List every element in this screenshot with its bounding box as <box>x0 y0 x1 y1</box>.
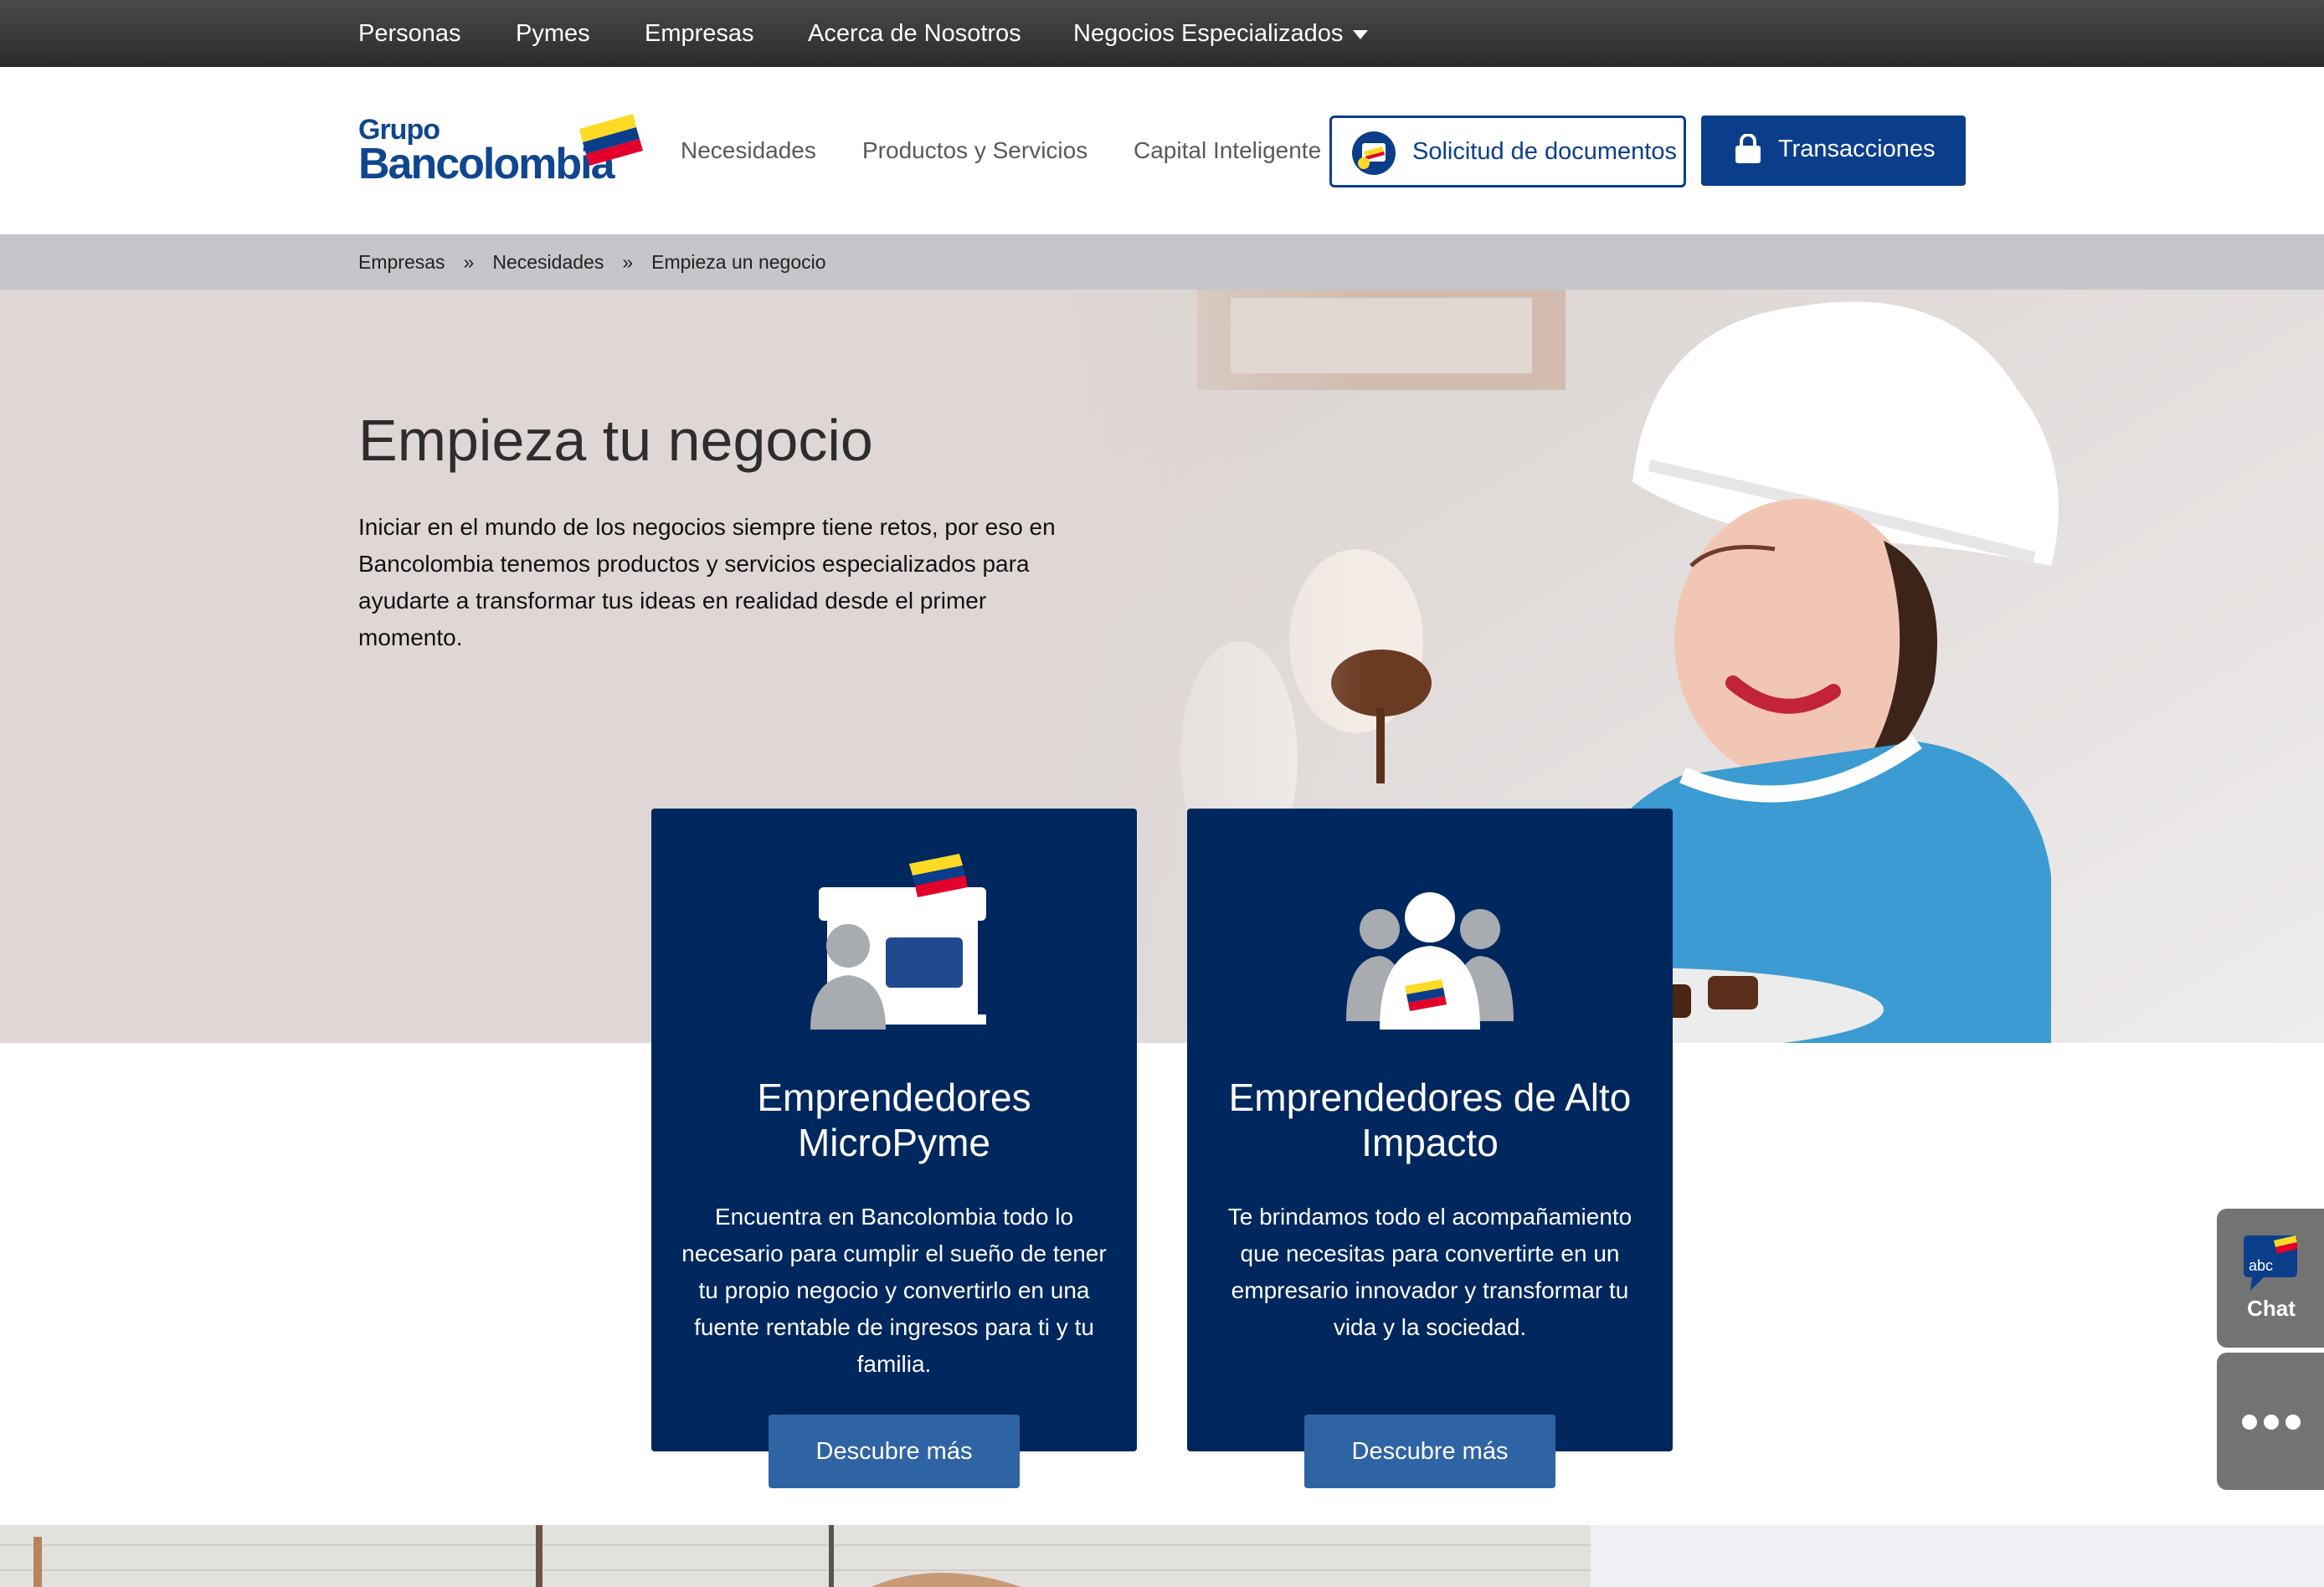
breadcrumb: Empresas » Necesidades » Empieza un negocio <box>358 249 826 275</box>
card-emprendedores-alto-impacto: Emprendedores de Alto Impacto Te brindam… <box>1187 809 1673 1451</box>
top-navigation-bar: Personas Pymes Empresas Acerca de Nosotr… <box>0 0 2324 67</box>
logo-text-bancolombia: Bancolombia <box>358 140 614 188</box>
breadcrumb-necesidades[interactable]: Necesidades <box>492 251 604 273</box>
card-emprendedores-micropyme: Emprendedores MicroPyme Encuentra en Ban… <box>651 809 1137 1451</box>
hero-title: Empieza tu negocio <box>358 408 873 473</box>
more-dots-icon <box>2264 1415 2279 1430</box>
document-request-icon <box>1352 131 1396 175</box>
nav-productos-y-servicios[interactable]: Productos y Servicios <box>862 134 1087 167</box>
chat-bubble-icon: abc <box>2244 1235 2297 1291</box>
more-options-button[interactable] <box>2217 1353 2324 1490</box>
breadcrumb-separator: » <box>463 251 475 273</box>
more-dots-icon <box>2285 1415 2301 1430</box>
topnav-pymes[interactable]: Pymes <box>516 17 590 50</box>
descubre-mas-alto-impacto-button[interactable]: Descubre más <box>1304 1415 1555 1488</box>
card-title-micropyme: Emprendedores MicroPyme <box>757 1076 1031 1164</box>
topnav-personas[interactable]: Personas <box>358 17 461 50</box>
chat-widget-button[interactable]: abc Chat <box>2217 1209 2324 1348</box>
next-section-image-strip <box>0 1525 2324 1587</box>
lock-icon <box>1735 134 1761 163</box>
solicitud-documentos-label: Solicitud de documentos <box>1412 138 1677 165</box>
hero-description: Iniciar en el mundo de los negocios siem… <box>358 514 1056 650</box>
chat-badge-text: abc <box>2249 1257 2273 1274</box>
bancolombia-logo[interactable]: Grupo Bancolombia <box>358 114 643 189</box>
bancolombia-flag-icon <box>579 114 643 166</box>
topnav-negocios-especializados-label: Negocios Especializados <box>1073 20 1344 47</box>
kitchen-tiles-photo <box>0 1525 2324 1587</box>
caret-down-icon <box>1353 29 1369 39</box>
transacciones-label: Transacciones <box>1778 136 1936 162</box>
breadcrumb-separator: » <box>622 251 634 273</box>
team-people-icon <box>1346 892 1514 1030</box>
card-text-alto-impacto: Te brindamos todo el acompañamiento que … <box>1227 1204 1632 1340</box>
chat-label: Chat <box>2247 1296 2296 1321</box>
solicitud-documentos-button[interactable]: Solicitud de documentos <box>1329 116 1686 187</box>
nav-necesidades[interactable]: Necesidades <box>681 134 816 167</box>
topnav-empresas[interactable]: Empresas <box>645 17 754 50</box>
breadcrumb-bar: Empresas » Necesidades » Empieza un negocio <box>0 234 2324 290</box>
nav-capital-inteligente[interactable]: Capital Inteligente <box>1134 134 1321 167</box>
topnav-acerca-de-nosotros[interactable]: Acerca de Nosotros <box>808 17 1021 50</box>
descubre-mas-micropyme-button[interactable]: Descubre más <box>769 1415 1020 1488</box>
storefront-person-icon <box>810 854 986 1030</box>
transacciones-button[interactable]: Transacciones <box>1701 116 1966 186</box>
topnav-negocios-especializados[interactable]: Negocios Especializados <box>1073 17 1369 50</box>
main-header: Grupo Bancolombia Necesidades Productos … <box>0 67 2324 234</box>
card-title-alto-impacto: Emprendedores de Alto Impacto <box>1228 1076 1632 1164</box>
card-text-micropyme: Encuentra en Bancolombia todo lo necesar… <box>681 1204 1107 1377</box>
breadcrumb-current-page: Empieza un negocio <box>651 251 826 273</box>
hero-banner: Empieza tu negocio Iniciar en el mundo d… <box>0 290 2324 1043</box>
breadcrumb-empresas[interactable]: Empresas <box>358 251 445 273</box>
more-dots-icon <box>2242 1415 2257 1430</box>
